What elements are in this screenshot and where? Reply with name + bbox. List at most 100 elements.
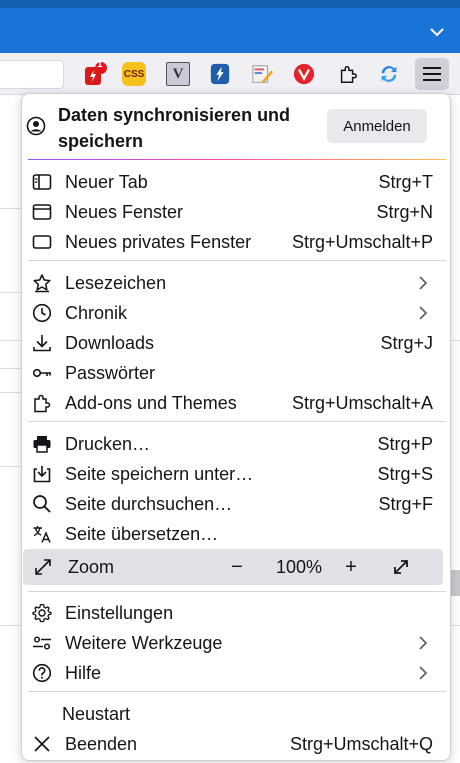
v-extension-icon[interactable]: V: [166, 62, 190, 86]
menu-item-find-in-page[interactable]: Seite durchsuchen… Strg+F: [22, 489, 450, 519]
menu-item-label: Seite übersetzen…: [65, 524, 219, 544]
menu-separator: [28, 421, 446, 422]
menu-separator: [28, 691, 446, 692]
chevron-right-icon: [419, 636, 428, 650]
zoom-reset-button[interactable]: 100%: [276, 557, 322, 577]
menu-item-label: Seite durchsuchen…: [65, 494, 233, 514]
page-divider: [0, 340, 22, 341]
save-page-icon: [33, 466, 51, 483]
menu-item-history[interactable]: Chronik: [22, 298, 450, 328]
menu-item-shortcut: Strg+J: [380, 333, 433, 353]
chevron-right-icon: [419, 666, 428, 680]
menu-item-shortcut: Strg+Umschalt+P: [291, 232, 433, 252]
menu-separator: [28, 591, 446, 592]
menu-item-label: Downloads: [65, 333, 155, 353]
menu-item-shortcut: Strg+F: [378, 494, 433, 514]
chevron-right-icon: [419, 306, 428, 320]
menu-item-new-window[interactable]: Neues Fenster Strg+N: [22, 197, 450, 227]
sync-section[interactable]: Daten synchronisieren und speichern Anme…: [22, 94, 450, 160]
window-titlebar: [0, 0, 460, 53]
menu-item-passwords[interactable]: Passwörter: [22, 358, 450, 388]
menu-item-label: Passwörter: [65, 363, 156, 383]
menu-item-settings[interactable]: Einstellungen: [22, 598, 450, 628]
extension-badge: 1: [97, 59, 103, 70]
page-divider: [0, 392, 22, 393]
zoom-in-button[interactable]: +: [339, 555, 363, 579]
menu-separator: [28, 260, 446, 261]
bookmark-star-icon: [33, 274, 51, 293]
signin-button[interactable]: Anmelden: [327, 109, 427, 143]
menu-item-new-private-window[interactable]: Neues privates Fenster Strg+Umschalt+P: [22, 227, 450, 257]
menu-item-new-tab[interactable]: Neuer Tab Strg+T: [22, 167, 450, 197]
menu-item-shortcut: Strg+S: [377, 464, 433, 484]
menu-item-shortcut: Strg+P: [377, 434, 433, 454]
tools-icon: [33, 636, 51, 650]
hamburger-menu-icon: [423, 67, 441, 81]
menu-item-label: Beenden: [65, 734, 138, 754]
menu-item-save-page[interactable]: Seite speichern unter… Strg+S: [22, 459, 450, 489]
menu-item-print[interactable]: Drucken… Strg+P: [22, 429, 450, 459]
help-icon: [32, 663, 52, 683]
menu-item-restart[interactable]: Neustart: [22, 699, 450, 729]
menu-item-help[interactable]: Hilfe: [22, 658, 450, 688]
css-extension-icon[interactable]: CSS: [122, 62, 146, 86]
page-divider: [0, 466, 22, 467]
menu-item-label: Hilfe: [65, 663, 102, 683]
lightning-extension-icon[interactable]: [208, 62, 232, 86]
menu-item-label: Weitere Werkzeuge: [65, 633, 223, 653]
close-icon: [34, 736, 50, 752]
account-icon: [26, 116, 46, 136]
menu-item-more-tools[interactable]: Weitere Werkzeuge: [22, 628, 450, 658]
css-extension-text: CSS: [123, 68, 145, 80]
menu-item-label: Chronik: [65, 303, 128, 323]
app-menu-button[interactable]: [415, 58, 449, 90]
zoom-out-button[interactable]: −: [225, 555, 249, 579]
fullscreen-icon[interactable]: [391, 557, 411, 577]
search-icon: [33, 495, 51, 513]
url-bar[interactable]: [0, 60, 64, 89]
chevron-down-icon[interactable]: [428, 23, 446, 41]
menu-item-quit[interactable]: Beenden Strg+Umschalt+Q: [22, 729, 450, 759]
menu-item-shortcut: Strg+N: [376, 202, 433, 222]
download-icon: [33, 335, 51, 352]
sync-title: Daten synchronisieren und speichern: [58, 105, 291, 151]
new-window-icon: [32, 204, 52, 220]
gear-icon: [32, 603, 52, 623]
menu-item-shortcut: Strg+Umschalt+Q: [289, 734, 433, 754]
menu-item-label: Neuer Tab: [65, 172, 148, 192]
page-divider: [0, 625, 22, 626]
puzzle-piece-icon: [34, 394, 51, 413]
puzzle-extensions-icon[interactable]: [336, 62, 360, 86]
menu-item-label: Lesezeichen: [65, 273, 167, 293]
vivaldi-extension-icon[interactable]: [292, 62, 316, 86]
page-divider: [0, 368, 22, 369]
menu-item-label: Seite speichern unter…: [65, 464, 254, 484]
zoom-expand-icon: [35, 559, 51, 575]
menu-item-label: Neustart: [62, 704, 131, 724]
page-divider: [0, 208, 22, 209]
private-window-icon: [32, 235, 52, 249]
navigation-toolbar: 1 CSS V: [0, 53, 460, 95]
zoom-controls: Zoom − 100% +: [23, 549, 443, 585]
menu-item-label: Neues privates Fenster: [65, 232, 252, 252]
tab-counter-extension-icon[interactable]: 1: [84, 59, 108, 86]
menu-item-label: Drucken…: [65, 434, 151, 454]
translate-icon: [33, 526, 51, 543]
accent-separator: [28, 159, 446, 160]
menu-item-addons[interactable]: Add-ons und Themes Strg+Umschalt+A: [22, 388, 450, 418]
chevron-right-icon: [419, 276, 428, 290]
clock-icon: [32, 303, 52, 323]
v-extension-text: V: [172, 65, 184, 82]
menu-item-bookmarks[interactable]: Lesezeichen: [22, 268, 450, 298]
app-menu-panel: Daten synchronisieren und speichern Anme…: [21, 93, 451, 761]
menu-item-downloads[interactable]: Downloads Strg+J: [22, 328, 450, 358]
pencil-extension-icon[interactable]: [250, 62, 274, 86]
menu-item-shortcut: Strg+T: [378, 172, 433, 192]
menu-item-label: Einstellungen: [65, 603, 174, 623]
zoom-label: Zoom: [68, 557, 115, 577]
menu-item-label: Neues Fenster: [65, 202, 184, 222]
page-divider: [0, 292, 22, 293]
menu-item-shortcut: Strg+Umschalt+A: [291, 393, 433, 413]
sync-extension-icon[interactable]: [377, 62, 401, 86]
menu-item-translate[interactable]: Seite übersetzen…: [22, 519, 450, 549]
